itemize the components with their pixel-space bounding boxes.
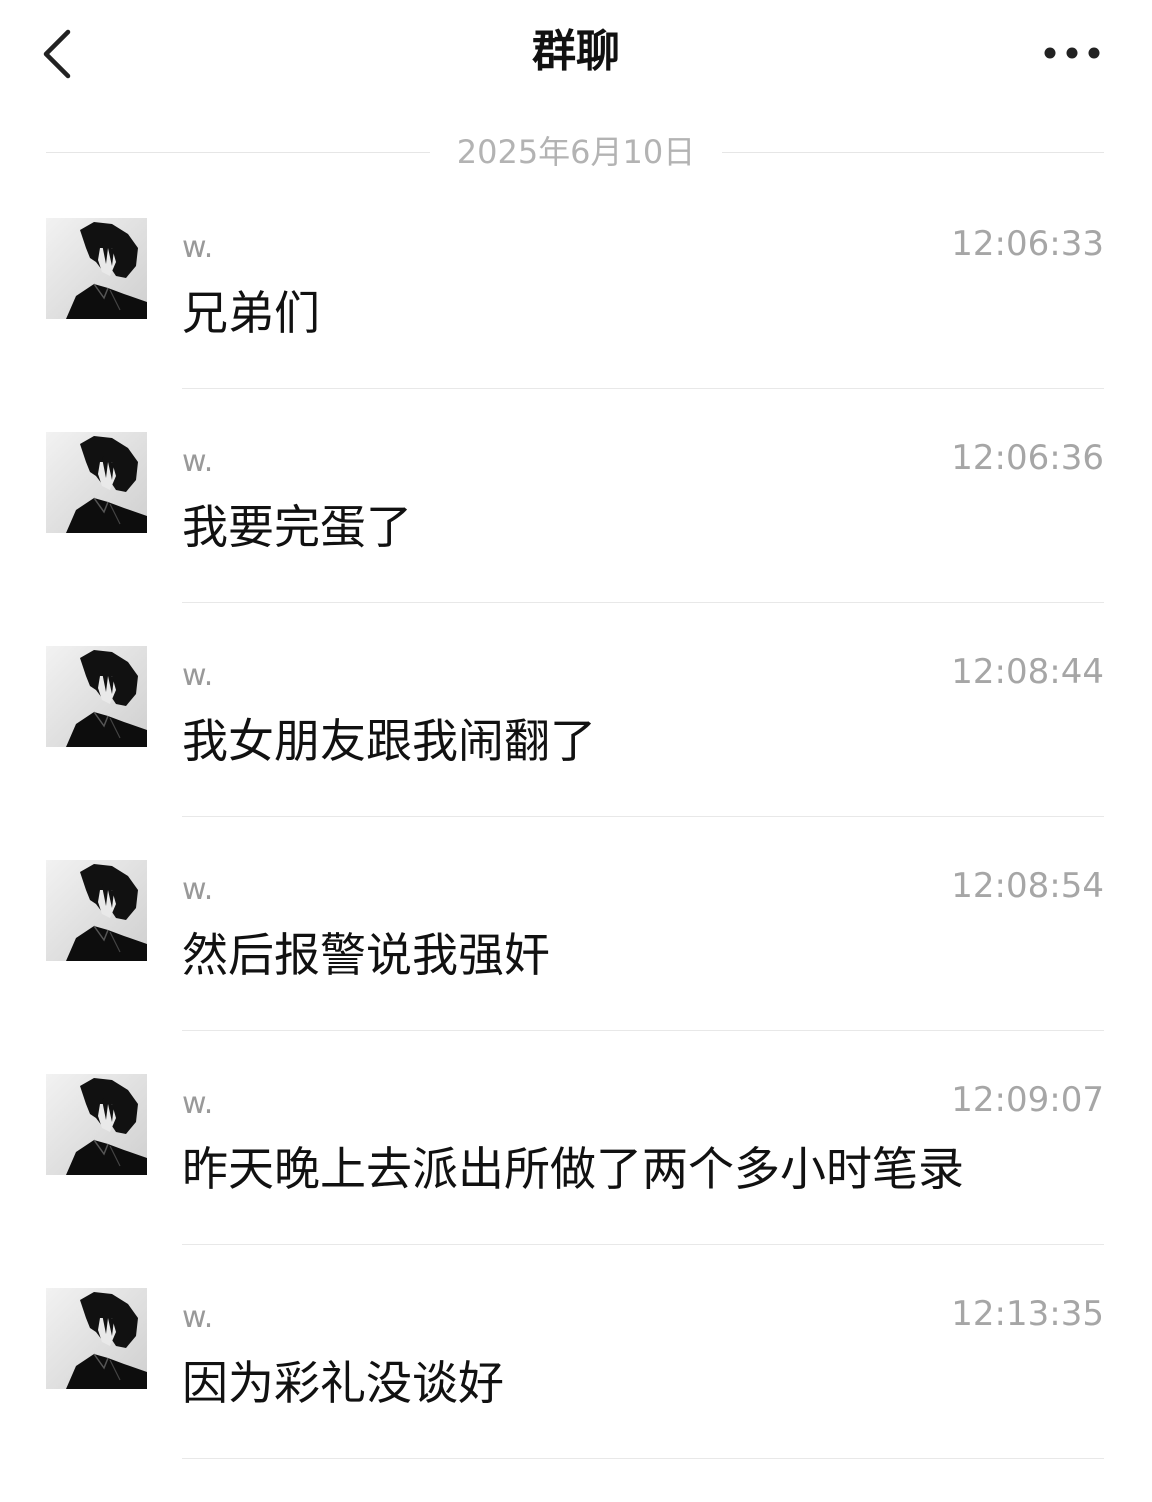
avatar-image <box>46 218 147 319</box>
more-options-button[interactable] <box>1034 30 1110 76</box>
message-divider <box>182 1458 1104 1459</box>
top-navigation-bar: 群聊 <box>0 0 1152 110</box>
sender-name[interactable]: w. <box>182 1084 213 1124</box>
avatar-image <box>46 1288 147 1389</box>
sender-name[interactable]: w. <box>182 870 213 910</box>
message-text: 兄弟们 <box>182 286 320 340</box>
avatar[interactable] <box>46 646 147 747</box>
message-item: w. 12:06:33 兄弟们 <box>0 218 1152 432</box>
message-timestamp: 12:09:07 <box>951 1080 1104 1120</box>
message-timestamp: 12:08:44 <box>951 652 1104 692</box>
message-text: 因为彩礼没谈好 <box>182 1356 504 1410</box>
avatar[interactable] <box>46 218 147 319</box>
message-text: 昨天晚上去派出所做了两个多小时笔录 <box>182 1142 964 1196</box>
message-item: w. 12:09:07 昨天晚上去派出所做了两个多小时笔录 <box>0 1074 1152 1288</box>
message-item: w. 12:08:44 我女朋友跟我闹翻了 <box>0 646 1152 860</box>
message-divider <box>182 816 1104 817</box>
avatar-image <box>46 1074 147 1175</box>
date-divider-right <box>722 152 1104 153</box>
message-timestamp: 12:08:54 <box>951 866 1104 906</box>
message-timestamp: 12:13:35 <box>951 1294 1104 1334</box>
sender-name[interactable]: w. <box>182 656 213 696</box>
message-timestamp: 12:06:36 <box>951 438 1104 478</box>
date-label: 2025年6月10日 <box>456 133 696 171</box>
message-divider <box>182 388 1104 389</box>
message-divider <box>182 1030 1104 1031</box>
message-divider <box>182 1244 1104 1245</box>
message-text: 然后报警说我强奸 <box>182 928 550 982</box>
avatar[interactable] <box>46 860 147 961</box>
avatar-image <box>46 432 147 533</box>
date-separator: 2025年6月10日 <box>46 128 1104 176</box>
chat-title: 群聊 <box>532 26 620 77</box>
message-text: 我要完蛋了 <box>182 500 412 554</box>
sender-name[interactable]: w. <box>182 228 213 268</box>
message-divider <box>182 602 1104 603</box>
avatar[interactable] <box>46 1074 147 1175</box>
avatar-image <box>46 646 147 747</box>
more-horizontal-icon <box>1044 47 1100 59</box>
date-divider-left <box>46 152 430 153</box>
message-item: w. 12:08:54 然后报警说我强奸 <box>0 860 1152 1074</box>
message-text: 我女朋友跟我闹翻了 <box>182 714 596 768</box>
avatar-image <box>46 860 147 961</box>
avatar[interactable] <box>46 432 147 533</box>
avatar[interactable] <box>46 1288 147 1389</box>
message-item: w. 12:13:35 因为彩礼没谈好 <box>0 1288 1152 1502</box>
sender-name[interactable]: w. <box>182 442 213 482</box>
sender-name[interactable]: w. <box>182 1298 213 1338</box>
message-item: w. 12:06:36 我要完蛋了 <box>0 432 1152 646</box>
message-timestamp: 12:06:33 <box>951 224 1104 264</box>
